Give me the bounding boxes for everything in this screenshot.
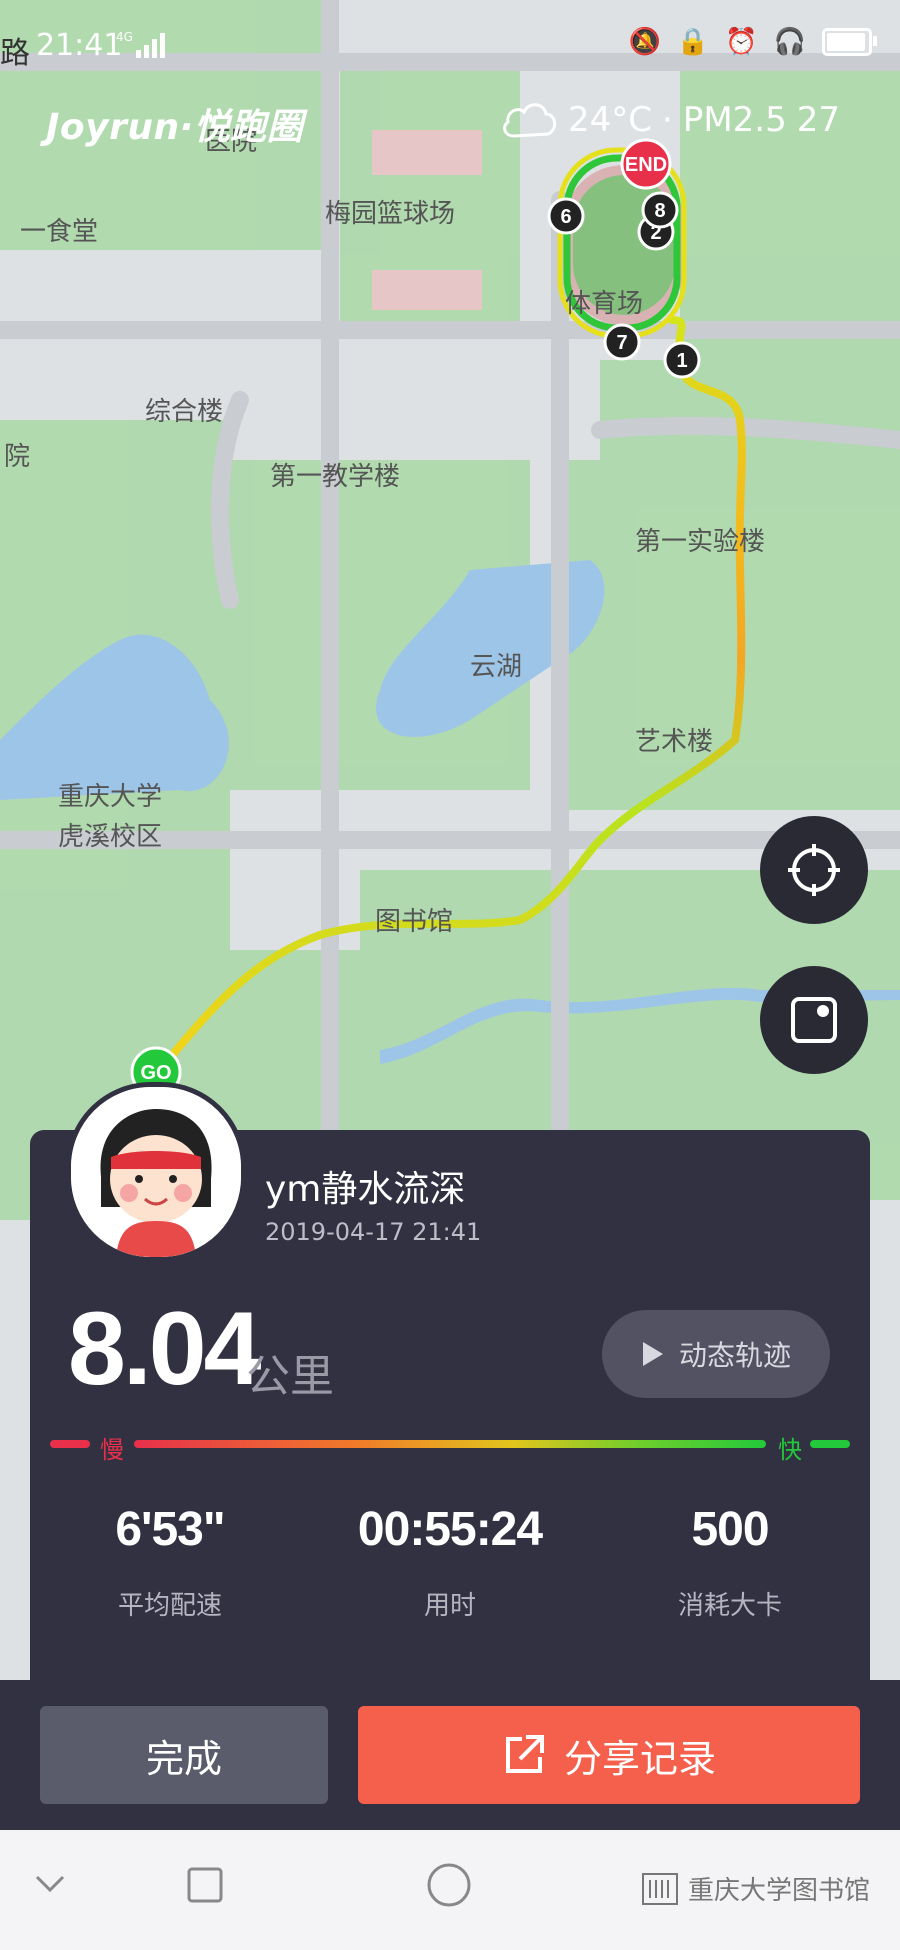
km-marker-1: 1: [663, 341, 701, 379]
weather-separator: ·: [662, 100, 673, 140]
svg-text:8: 8: [654, 200, 665, 222]
stat-label-calories: 消耗大卡: [677, 1591, 782, 1621]
run-datetime: 2019-04-17 21:41: [265, 1218, 482, 1246]
lock-icon: 🔒: [676, 27, 710, 57]
stat-value-duration: 00:55:24: [357, 1503, 543, 1556]
map-label: 第一教学楼: [270, 462, 400, 492]
distance-unit: 公里: [246, 1351, 334, 1402]
svg-text:1: 1: [676, 350, 687, 372]
map-label: 艺术楼: [635, 727, 713, 757]
share-record-label: 分享记录: [563, 1736, 716, 1781]
map-label: 院: [4, 442, 30, 472]
distance-value: 8.04: [68, 1291, 261, 1407]
network-type: 4G: [116, 30, 133, 44]
stat-value-pace: 6'53": [115, 1503, 225, 1556]
status-left-text: 路: [0, 36, 30, 71]
nav-recents-icon[interactable]: [186, 1866, 224, 1904]
map-label: 梅园篮球场: [325, 199, 455, 229]
map-label: 云湖: [470, 652, 522, 682]
battery-icon: [822, 28, 877, 56]
svg-text:6: 6: [560, 206, 571, 228]
pm-value: 27: [796, 100, 841, 140]
library-logo-icon: [642, 1873, 678, 1905]
avatar[interactable]: [66, 1082, 246, 1262]
map-label: 图书馆: [375, 907, 453, 937]
temperature: 24°C: [568, 100, 653, 140]
status-bar: 路 21:41 4G 🔕 🔒 ⏰ 🎧: [0, 0, 900, 92]
svg-text:END: END: [625, 154, 667, 176]
username: ym静水流深: [265, 1169, 466, 1210]
km-marker-7: 7: [603, 323, 641, 361]
signal-icon: [136, 32, 165, 58]
headphones-icon: 🎧: [773, 27, 806, 57]
map-layer-button[interactable]: [760, 966, 868, 1074]
map-label: 虎溪校区: [58, 822, 162, 852]
avatar-image: [71, 1087, 241, 1257]
dynamic-track-button[interactable]: 动态轨迹: [602, 1310, 830, 1398]
speed-slow-label: 慢: [100, 1436, 124, 1464]
svg-text:GO: GO: [140, 1062, 171, 1084]
share-record-button[interactable]: 分享记录: [358, 1706, 860, 1804]
weather-widget: 24°C · PM2.5 27: [500, 100, 840, 140]
status-time: 21:41: [36, 28, 123, 63]
watermark: 重庆大学图书馆: [640, 1868, 870, 1908]
battery-fill: [827, 33, 865, 51]
km-marker-8: 8: [641, 191, 679, 229]
done-button[interactable]: 完成: [40, 1706, 328, 1804]
stat-label-pace: 平均配速: [117, 1591, 222, 1621]
map-label: 重庆大学: [58, 782, 162, 812]
stat-label-duration: 用时: [423, 1591, 476, 1621]
speed-legend-bar: [50, 1440, 850, 1448]
map-label: 第一实验楼: [635, 527, 765, 557]
locate-button[interactable]: [760, 816, 868, 924]
map-label: 综合楼: [145, 397, 223, 427]
alarm-icon: ⏰: [725, 27, 758, 57]
share-icon: [505, 1735, 544, 1773]
nav-home-icon[interactable]: [426, 1862, 472, 1908]
map-label: 体育场: [565, 289, 643, 319]
nav-back-chevron-icon[interactable]: [34, 1874, 66, 1894]
map-label: 一食堂: [20, 217, 98, 247]
km-marker-6: 6: [547, 197, 585, 235]
dynamic-track-label: 动态轨迹: [678, 1339, 791, 1372]
watermark-text: 重庆大学图书馆: [688, 1875, 871, 1906]
play-icon: [642, 1342, 663, 1366]
bell-mute-icon: 🔕: [628, 27, 661, 57]
svg-text:7: 7: [616, 332, 627, 354]
brand-logo: Joyrun·悦跑圈: [46, 107, 304, 148]
stat-value-calories: 500: [691, 1503, 769, 1556]
speed-fast-label: 快: [778, 1436, 802, 1464]
cloud-icon: [503, 103, 556, 138]
map-pin-square-icon: [791, 997, 837, 1043]
pm-label: PM2.5: [682, 100, 787, 140]
crosshair-icon: [788, 844, 840, 896]
end-marker: END: [620, 138, 672, 190]
